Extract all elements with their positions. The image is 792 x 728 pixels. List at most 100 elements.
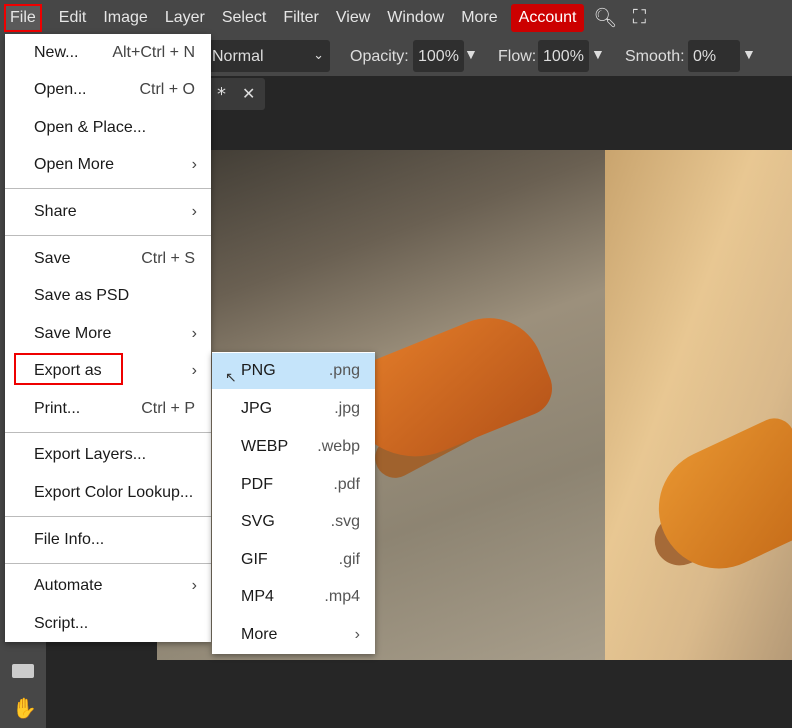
extension: .gif bbox=[338, 551, 360, 568]
menu-item-automate[interactable]: Automate › bbox=[5, 571, 211, 601]
label: SVG bbox=[241, 513, 275, 530]
menu-edit[interactable]: Edit bbox=[51, 4, 95, 32]
blend-mode-select[interactable]: Normal ⌄ bbox=[205, 40, 330, 72]
chevron-down-icon: ⌄ bbox=[313, 47, 324, 62]
export-svg[interactable]: SVG .svg bbox=[212, 504, 375, 540]
divider bbox=[5, 235, 211, 236]
export-png[interactable]: ↖ PNG .png bbox=[212, 353, 375, 389]
flow-dropdown-icon[interactable]: ▼ bbox=[591, 46, 605, 62]
export-jpg[interactable]: JPG .jpg bbox=[212, 391, 375, 427]
label: File Info... bbox=[34, 531, 105, 548]
menu-window[interactable]: Window bbox=[379, 4, 452, 32]
image-right bbox=[605, 150, 792, 660]
label: PNG bbox=[241, 362, 276, 379]
modified-indicator: * bbox=[217, 84, 226, 105]
label: Export Color Lookup... bbox=[34, 484, 194, 501]
menu-item-export-layers[interactable]: Export Layers... bbox=[5, 440, 211, 470]
label: Save bbox=[34, 250, 71, 267]
label: PDF bbox=[241, 476, 273, 493]
label: New... bbox=[34, 44, 79, 61]
opacity-input[interactable]: 100% bbox=[413, 40, 464, 72]
hand-tool-icon[interactable]: ✋ bbox=[12, 696, 37, 720]
menu-select[interactable]: Select bbox=[214, 4, 274, 32]
blend-mode-value: Normal bbox=[212, 48, 264, 65]
menu-item-new[interactable]: New... Alt+Ctrl + N bbox=[5, 38, 211, 68]
opacity-label: Opacity: bbox=[350, 48, 409, 65]
label: GIF bbox=[241, 551, 268, 568]
label: More bbox=[241, 626, 278, 643]
export-mp4[interactable]: MP4 .mp4 bbox=[212, 579, 375, 615]
menu-item-save-psd[interactable]: Save as PSD bbox=[5, 281, 211, 311]
export-as-highlight-box bbox=[14, 353, 123, 385]
chevron-right-icon: › bbox=[191, 325, 197, 342]
menu-image[interactable]: Image bbox=[95, 4, 155, 32]
menu-item-script[interactable]: Script... bbox=[5, 609, 211, 639]
document-tab[interactable]: * ✕ bbox=[205, 78, 265, 110]
menu-more[interactable]: More bbox=[453, 4, 505, 32]
menu-item-save[interactable]: Save Ctrl + S bbox=[5, 244, 211, 274]
shortcut: Ctrl + O bbox=[139, 81, 195, 98]
label: Script... bbox=[34, 615, 89, 632]
label: Automate bbox=[34, 577, 103, 594]
search-icon[interactable]: 🔍︎ bbox=[591, 6, 619, 30]
file-menu: New... Alt+Ctrl + N Open... Ctrl + O Open … bbox=[5, 34, 211, 642]
rectangle-tool-icon[interactable] bbox=[12, 664, 34, 678]
menu-item-open[interactable]: Open... Ctrl + O bbox=[5, 75, 211, 105]
divider bbox=[5, 516, 211, 517]
divider bbox=[5, 432, 211, 433]
extension: .png bbox=[328, 362, 360, 379]
extension: .mp4 bbox=[324, 588, 360, 605]
opacity-dropdown-icon[interactable]: ▼ bbox=[464, 46, 478, 62]
menu-bar: File Edit Image Layer Select Filter View… bbox=[0, 0, 792, 36]
menu-item-export-color-lookup[interactable]: Export Color Lookup... bbox=[5, 478, 211, 508]
chevron-right-icon: › bbox=[191, 156, 197, 173]
shortcut: Ctrl + P bbox=[141, 400, 195, 417]
extension: .jpg bbox=[334, 400, 360, 417]
export-webp[interactable]: WEBP .webp bbox=[212, 429, 375, 465]
menu-filter[interactable]: Filter bbox=[275, 4, 327, 32]
label: Export Layers... bbox=[34, 446, 147, 463]
export-gif[interactable]: GIF .gif bbox=[212, 542, 375, 578]
menu-item-file-info[interactable]: File Info... bbox=[5, 525, 211, 555]
divider bbox=[5, 188, 211, 189]
label: JPG bbox=[241, 400, 273, 417]
menu-item-open-place[interactable]: Open & Place... bbox=[5, 113, 211, 143]
label: Open & Place... bbox=[34, 119, 147, 136]
menu-item-print[interactable]: Print... Ctrl + P bbox=[5, 394, 211, 424]
label: Open More bbox=[34, 156, 115, 173]
smooth-dropdown-icon[interactable]: ▼ bbox=[742, 46, 756, 62]
chevron-right-icon: › bbox=[354, 626, 360, 643]
cursor-icon: ↖ bbox=[225, 369, 237, 385]
label: Open... bbox=[34, 81, 87, 98]
flow-input[interactable]: 100% bbox=[538, 40, 589, 72]
extension: .svg bbox=[330, 513, 360, 530]
label: MP4 bbox=[241, 588, 274, 605]
extension: .pdf bbox=[333, 476, 360, 493]
fullscreen-icon[interactable]: ⛶ bbox=[625, 7, 653, 29]
close-tab-icon[interactable]: ✕ bbox=[242, 84, 255, 103]
label: Share bbox=[34, 203, 77, 220]
menu-file[interactable]: File bbox=[4, 4, 42, 32]
shortcut: Alt+Ctrl + N bbox=[112, 44, 195, 61]
export-pdf[interactable]: PDF .pdf bbox=[212, 467, 375, 503]
label: Save More bbox=[34, 325, 112, 342]
menu-view[interactable]: View bbox=[328, 4, 378, 32]
shortcut: Ctrl + S bbox=[141, 250, 195, 267]
chevron-right-icon: › bbox=[191, 362, 197, 379]
smooth-label: Smooth: bbox=[625, 48, 685, 65]
divider bbox=[5, 563, 211, 564]
menu-item-save-more[interactable]: Save More › bbox=[5, 319, 211, 349]
smooth-input[interactable]: 0% bbox=[688, 40, 740, 72]
menu-item-open-more[interactable]: Open More › bbox=[5, 150, 211, 180]
extension: .webp bbox=[317, 438, 360, 455]
label: Print... bbox=[34, 400, 81, 417]
export-submenu: ↖ PNG .png JPG .jpg WEBP .webp PDF .pdf SVG .s… bbox=[212, 352, 375, 654]
menu-layer[interactable]: Layer bbox=[157, 4, 213, 32]
chevron-right-icon: › bbox=[191, 203, 197, 220]
account-button[interactable]: Account bbox=[510, 4, 585, 32]
flow-label: Flow: bbox=[498, 48, 537, 65]
menu-item-share[interactable]: Share › bbox=[5, 197, 211, 227]
label: Save as PSD bbox=[34, 287, 130, 304]
label: WEBP bbox=[241, 438, 289, 455]
export-more[interactable]: More › bbox=[212, 617, 375, 653]
